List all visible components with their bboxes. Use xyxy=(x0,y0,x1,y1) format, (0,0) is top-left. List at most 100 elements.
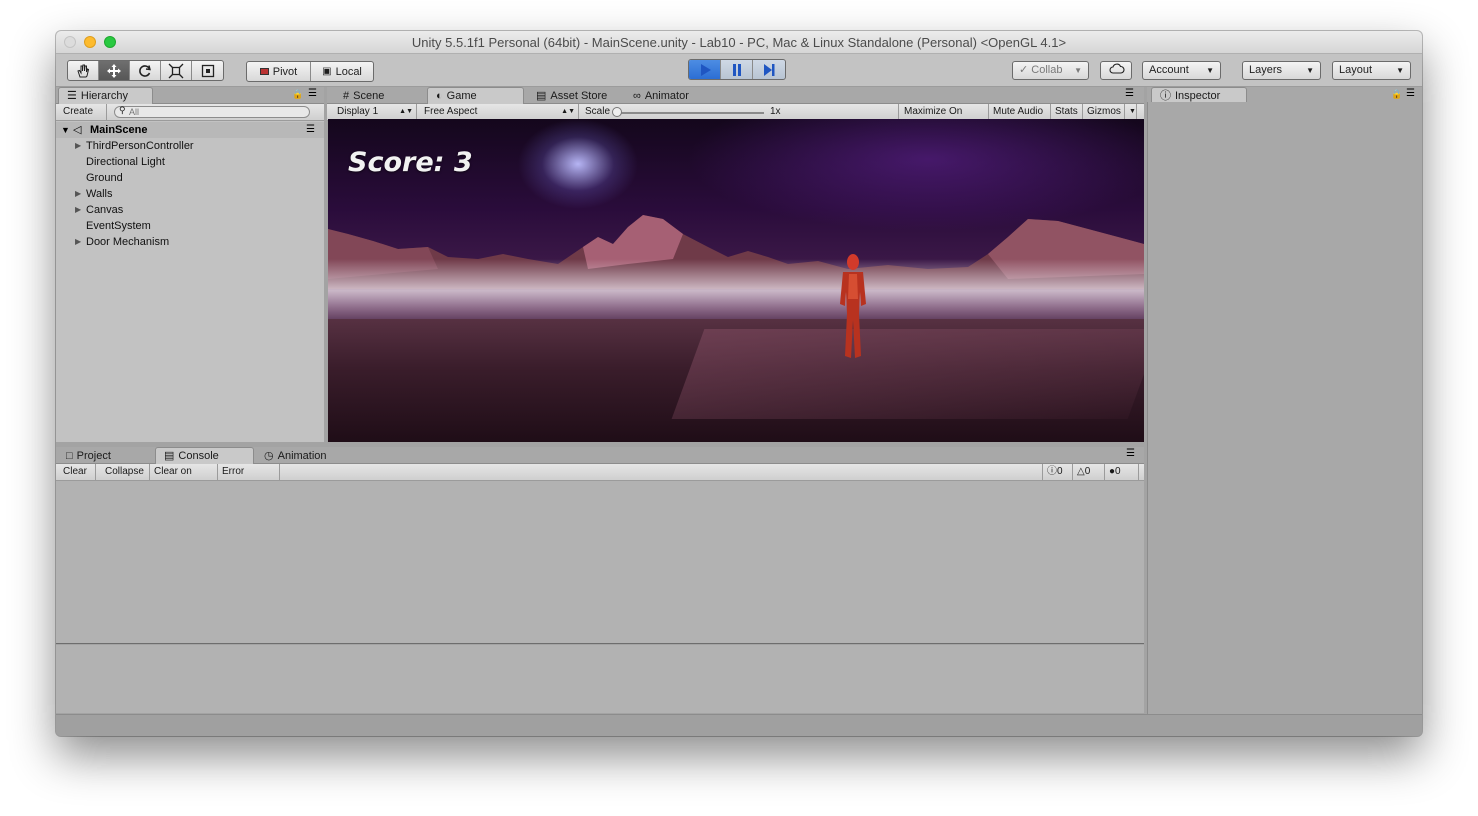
window-title: Unity 5.5.1f1 Personal (64bit) - MainSce… xyxy=(411,35,1067,50)
hierarchy-search-input[interactable] xyxy=(114,106,310,118)
play-button[interactable] xyxy=(689,60,721,79)
panel-menu-icon[interactable]: ☰ xyxy=(1126,448,1135,459)
gizmos-dropdown-arrow-icon[interactable]: ▼ xyxy=(1125,104,1137,120)
rect-tool-button[interactable] xyxy=(192,61,223,80)
lock-icon[interactable]: 🔒 xyxy=(1391,89,1402,100)
collapse-toggle[interactable]: Collapse xyxy=(101,464,150,480)
dropdown-arrow-icon: ▼ xyxy=(1306,66,1314,75)
lock-icon[interactable]: 🔒 xyxy=(292,89,303,100)
dropdown-arrow-icon: ▲▼ xyxy=(561,108,575,115)
tab-game[interactable]: ◐ Game xyxy=(427,87,524,104)
score-text: Score: 3 xyxy=(348,147,473,178)
player-character xyxy=(840,254,866,358)
info-filter-toggle[interactable]: ⓘ0 xyxy=(1042,464,1073,480)
pivot-toggle-group: Pivot ▣ Local xyxy=(246,61,374,82)
pivot-icon xyxy=(259,68,269,75)
console-toolbar: Clear Collapse Clear on Play Error Pause… xyxy=(56,464,1144,493)
expand-triangle-icon[interactable]: ▶ xyxy=(75,138,81,154)
hierarchy-item-label: Canvas xyxy=(86,204,124,216)
rect-tool-icon xyxy=(201,64,214,77)
hierarchy-item-label: Ground xyxy=(86,172,123,184)
clear-on-play-toggle[interactable]: Clear on Play xyxy=(150,464,218,493)
cloud-button[interactable] xyxy=(1100,61,1132,80)
expand-triangle-icon[interactable]: ▶ xyxy=(75,202,81,218)
error-filter-toggle[interactable]: ●0 xyxy=(1105,464,1139,480)
panel-menu-icon[interactable]: ☰ xyxy=(308,88,317,99)
layers-dropdown[interactable]: Layers ▼ xyxy=(1242,61,1321,80)
create-dropdown[interactable]: Create ▼ xyxy=(59,104,107,132)
panel-menu-icon[interactable]: ☰ xyxy=(1406,88,1415,99)
tab-project[interactable]: □ Project xyxy=(58,447,153,464)
tab-animator[interactable]: ∞ Animator xyxy=(625,87,721,104)
warning-icon: △ xyxy=(1077,466,1085,477)
rotate-tool-button[interactable] xyxy=(130,61,161,80)
stats-toggle[interactable]: Stats xyxy=(1051,104,1083,120)
warning-filter-toggle[interactable]: △0 xyxy=(1073,464,1105,480)
tab-asset-store[interactable]: ▤ Asset Store xyxy=(528,87,623,104)
scale-slider-thumb[interactable] xyxy=(612,107,622,117)
cloud-icon xyxy=(1109,63,1125,74)
hierarchy-item-label: Door Mechanism xyxy=(86,236,170,248)
hierarchy-item-label: EventSystem xyxy=(86,220,151,232)
error-pause-toggle[interactable]: Error Pause xyxy=(218,464,280,493)
scene-menu-icon[interactable]: ☰ xyxy=(306,122,315,138)
dropdown-arrow-icon: ▲▼ xyxy=(399,108,413,115)
pivot-button[interactable]: Pivot xyxy=(247,62,311,81)
hierarchy-item[interactable]: ▶ Door Mechanism xyxy=(56,234,323,250)
close-window-button[interactable] xyxy=(64,36,76,48)
minimize-window-button[interactable] xyxy=(84,36,96,48)
hierarchy-item[interactable]: Ground xyxy=(56,170,323,186)
game-viewport[interactable]: Score: 3 xyxy=(328,119,1144,442)
scene-root-row[interactable]: ▼ ◁ MainScene ☰ xyxy=(56,122,324,138)
hand-tool-button[interactable] xyxy=(68,61,99,80)
collab-dropdown[interactable]: ✓ Collab ▼ xyxy=(1012,61,1089,80)
tab-scene[interactable]: # Scene xyxy=(335,87,425,104)
tab-animation[interactable]: ◷ Animation xyxy=(256,447,352,464)
step-button[interactable] xyxy=(753,60,785,79)
main-toolbar: Pivot ▣ Local ✓ Collab ▼ Account ▼ Layer… xyxy=(56,54,1422,87)
pause-button[interactable] xyxy=(721,60,753,79)
maximize-on-play-toggle[interactable]: Maximize On Play xyxy=(900,104,989,133)
clear-button[interactable]: Clear xyxy=(59,464,96,480)
maximize-window-button[interactable] xyxy=(104,36,116,48)
expand-triangle-icon[interactable]: ▶ xyxy=(75,186,81,202)
info-icon: ⓘ xyxy=(1047,466,1057,477)
move-tool-button[interactable] xyxy=(99,61,130,80)
hierarchy-item[interactable]: ▶ Walls xyxy=(56,186,323,202)
gizmos-toggle[interactable]: Gizmos xyxy=(1083,104,1125,120)
hierarchy-item[interactable]: EventSystem xyxy=(56,218,323,234)
title-bar: Unity 5.5.1f1 Personal (64bit) - MainSce… xyxy=(56,31,1422,54)
center-tabstrip: # Scene ◐ Game ▤ Asset Store ∞ Animator ☰ xyxy=(327,87,1144,104)
scene-name: MainScene xyxy=(90,124,148,136)
transform-tools xyxy=(67,60,224,81)
tab-console[interactable]: ▤ Console xyxy=(155,447,254,464)
console-log-area[interactable] xyxy=(56,481,1144,644)
pause-icon xyxy=(732,63,741,76)
aspect-dropdown[interactable]: Free Aspect ▲▼ xyxy=(420,104,579,120)
account-dropdown[interactable]: Account ▼ xyxy=(1142,61,1221,80)
cube-icon: ▣ xyxy=(322,66,332,77)
scale-tool-button[interactable] xyxy=(161,61,192,80)
hierarchy-item-label: Walls xyxy=(86,188,113,200)
local-button[interactable]: ▣ Local xyxy=(311,62,373,81)
hierarchy-panel: Create ▼ ⚲ ▼ ◁ MainScene ☰ ▶ ThirdPersonC… xyxy=(56,104,324,442)
display-dropdown[interactable]: Display 1 ▲▼ xyxy=(333,104,417,120)
expand-triangle-icon[interactable]: ▼ xyxy=(61,122,70,138)
hierarchy-item[interactable]: ▶ ThirdPersonController xyxy=(56,138,323,154)
tab-hierarchy[interactable]: ☰ Hierarchy xyxy=(58,87,153,104)
hierarchy-toolbar: Create ▼ ⚲ xyxy=(56,104,324,132)
store-icon: ▤ xyxy=(536,89,547,102)
hand-icon xyxy=(77,64,90,77)
panel-menu-icon[interactable]: ☰ xyxy=(1125,88,1134,99)
scale-icon xyxy=(168,63,184,78)
hierarchy-item[interactable]: ▶ Canvas xyxy=(56,202,323,218)
status-bar xyxy=(56,714,1422,736)
ground-highlight xyxy=(671,329,1144,419)
expand-triangle-icon[interactable]: ▶ xyxy=(75,234,81,250)
layout-dropdown[interactable]: Layout ▼ xyxy=(1332,61,1411,80)
console-detail-area[interactable] xyxy=(56,645,1144,713)
scale-slider-track[interactable] xyxy=(616,112,764,114)
hierarchy-item[interactable]: Directional Light xyxy=(56,154,323,170)
clock-icon: ◷ xyxy=(264,449,274,462)
mute-audio-toggle[interactable]: Mute Audio xyxy=(989,104,1051,120)
